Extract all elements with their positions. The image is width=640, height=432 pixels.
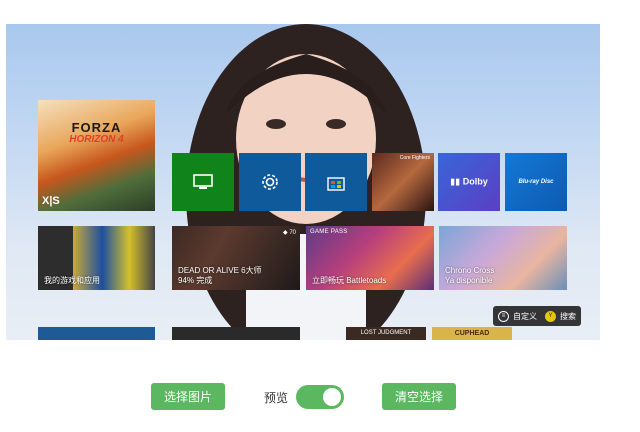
tile-dead-or-alive[interactable]: ◆ 70 DEAD OR ALIVE 6大师 94% 完成 [172, 226, 300, 290]
hint-bar: ≡ 自定义 Y 搜索 [493, 306, 581, 326]
select-image-button[interactable]: 选择图片 [151, 383, 225, 410]
tile-my-games-apps[interactable]: 我的游戏和应用 [38, 226, 155, 290]
preview-toggle[interactable] [296, 385, 344, 409]
tile-dolby[interactable]: ▮▮ Dolby [438, 153, 500, 211]
menu-button-icon: ≡ [498, 310, 509, 322]
fighters-label: Core Fighters [399, 155, 430, 161]
tile-bluray[interactable]: Blu-ray Disc [505, 153, 567, 211]
dolby-label: Dolby [462, 176, 488, 187]
store-icon [327, 177, 345, 191]
preview-label: 预览 [264, 391, 289, 405]
bottom-tile-1[interactable] [38, 327, 155, 340]
toggle-knob [323, 388, 341, 406]
tv-icon [193, 174, 213, 189]
chrono-title: Chrono Cross [445, 266, 495, 275]
chrono-status: Ya disponible [445, 276, 493, 285]
bottom-tile-4[interactable]: CUPHEAD [432, 327, 512, 340]
my-games-label: 我的游戏和应用 [44, 276, 100, 285]
doa-title: DEAD OR ALIVE 6大师 [178, 266, 262, 275]
tile-fighter-game[interactable]: Core Fighters [372, 153, 434, 211]
customize-hint[interactable]: 自定义 [513, 311, 537, 322]
achievement-count: ◆ 70 [283, 230, 296, 236]
y-button-icon: Y [545, 310, 556, 322]
search-hint[interactable]: 搜索 [560, 311, 576, 322]
forza-subtitle: HORIZON 4 [69, 134, 124, 145]
dolby-icon: ▮▮ Dolby [450, 176, 488, 187]
tile-chrono-cross[interactable]: Chrono Cross Ya disponible [439, 226, 567, 290]
tile-forza-horizon[interactable]: FORZA HORIZON 4 X|S [38, 100, 155, 211]
tile-battletoads[interactable]: GAME PASS 立即畅玩 Battletoads [306, 226, 434, 290]
bottom-tile-2[interactable] [172, 327, 300, 340]
tile-store[interactable] [305, 153, 367, 211]
battletoads-label: 立即畅玩 Battletoads [312, 276, 387, 285]
tile-settings[interactable] [239, 153, 301, 211]
cuphead-label: CUPHEAD [454, 330, 490, 337]
dashboard-preview: FORZA HORIZON 4 X|S Core Fighters ▮▮ Dol… [6, 24, 600, 340]
clear-selection-button[interactable]: 清空选择 [382, 383, 456, 410]
control-bar: 选择图片 预览 清空选择 [0, 383, 640, 411]
platform-badge: X|S [42, 195, 60, 207]
gear-icon [262, 174, 278, 190]
bottom-tile-3[interactable]: LOST JUDGMENT [346, 327, 426, 340]
bluray-icon: Blu-ray Disc [518, 179, 554, 185]
tile-tv[interactable] [172, 153, 234, 211]
forza-title: FORZA [71, 120, 122, 135]
lost-judgment-label: LOST JUDGMENT [360, 330, 412, 336]
doa-progress: 94% 完成 [178, 276, 213, 285]
game-pass-badge: GAME PASS [310, 229, 348, 235]
